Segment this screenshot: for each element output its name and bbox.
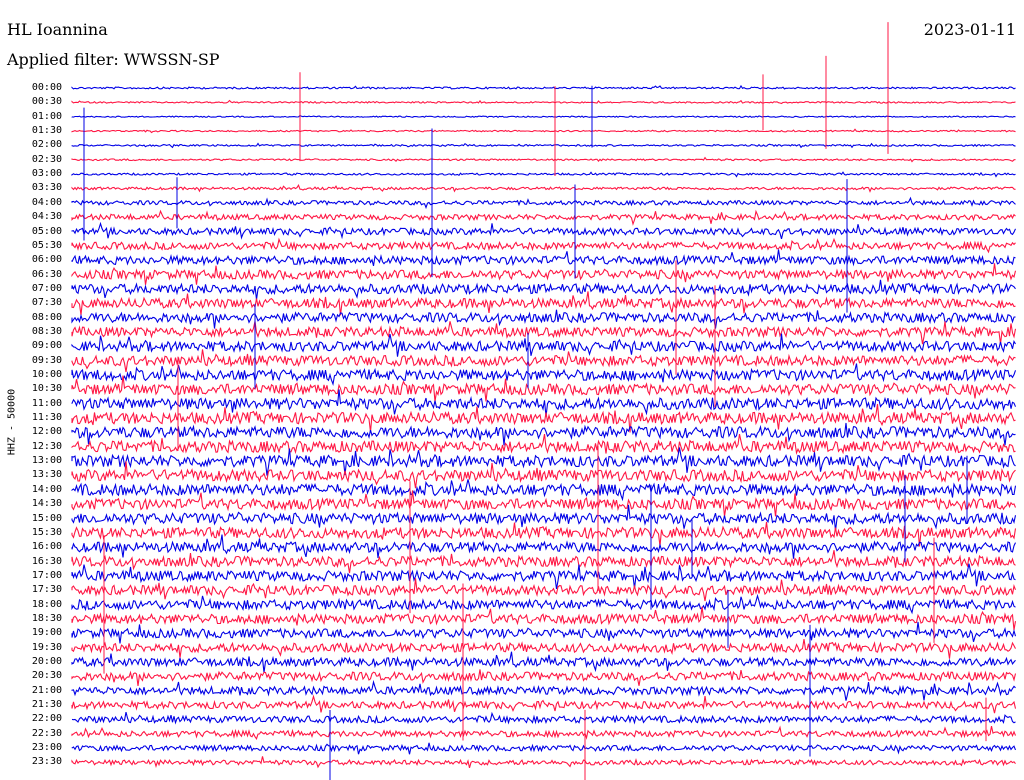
time-label: 14:30 (31, 498, 62, 510)
time-label: 08:30 (31, 325, 62, 337)
time-label: 20:30 (31, 670, 62, 682)
seismic-trace (71, 237, 1016, 254)
time-label: 19:00 (31, 627, 62, 639)
seismic-trace (71, 375, 1016, 402)
time-label: 14:00 (31, 483, 62, 495)
time-label: 17:00 (31, 569, 62, 581)
seismic-trace (71, 433, 1016, 455)
seismic-trace (71, 694, 1017, 714)
seismic-trace (71, 142, 1016, 149)
time-label: 09:30 (31, 354, 62, 366)
time-label: 18:30 (31, 612, 62, 624)
seismic-trace (71, 578, 1017, 602)
time-label: 12:00 (31, 426, 62, 438)
seismic-trace (71, 389, 1017, 417)
seismic-trace (71, 651, 1016, 673)
seismic-trace (71, 679, 1016, 701)
time-label: 18:00 (31, 598, 62, 610)
seismic-trace (71, 669, 1017, 686)
time-label: 00:00 (31, 82, 62, 93)
time-label: 13:00 (31, 455, 62, 467)
seismic-trace (71, 183, 1016, 193)
seismic-trace (71, 171, 1016, 178)
seismic-trace (71, 563, 1016, 590)
seismic-trace (71, 333, 1016, 357)
time-label: 10:30 (31, 383, 62, 395)
time-label: 19:30 (31, 641, 62, 653)
seismic-trace (71, 321, 1017, 345)
time-label: 08:00 (31, 311, 62, 323)
time-label: 17:30 (31, 584, 62, 596)
time-label: 09:00 (31, 340, 62, 352)
seismic-trace (71, 447, 1016, 476)
seismic-trace (71, 593, 1016, 615)
time-label: 01:00 (31, 110, 62, 122)
time-label: 22:00 (31, 713, 62, 725)
time-label: 03:30 (31, 182, 62, 194)
seismic-trace (71, 363, 1017, 386)
seismic-trace (71, 742, 1017, 755)
time-label: 06:30 (31, 268, 62, 280)
time-label: 16:00 (31, 541, 62, 553)
time-label: 13:30 (31, 469, 62, 481)
seismic-trace (71, 128, 1016, 134)
seismic-trace (71, 114, 1016, 118)
time-label: 21:30 (31, 699, 62, 711)
time-label: 15:00 (31, 512, 62, 524)
time-label: 12:30 (31, 440, 62, 452)
time-label: 23:00 (31, 742, 62, 754)
time-label: 20:00 (31, 656, 62, 667)
seismic-trace (71, 249, 1016, 267)
seismic-trace (71, 534, 1016, 559)
seismic-trace (71, 309, 1016, 329)
seismic-trace (71, 263, 1017, 285)
seismic-trace (71, 349, 1016, 373)
time-label: 02:00 (31, 139, 62, 151)
time-label: 11:00 (31, 397, 62, 409)
time-label: 04:00 (31, 196, 62, 208)
time-label: 23:30 (31, 756, 62, 768)
seismic-trace (71, 196, 1016, 210)
time-label: 03:00 (31, 168, 62, 180)
time-label: 07:30 (31, 297, 62, 309)
time-label: 16:30 (31, 555, 62, 567)
time-label: 05:30 (31, 239, 62, 251)
seismic-trace (71, 209, 1016, 226)
seismic-trace (71, 99, 1016, 105)
time-label: 10:00 (31, 369, 62, 380)
seismic-trace (71, 621, 1017, 644)
time-label: 05:00 (31, 225, 62, 237)
time-label: 01:30 (31, 125, 62, 137)
time-axis-labels: 00:00 00:30 01:00 01:30 02:00 02:30 03:00 03:30… (0, 0, 70, 780)
time-label: 11:30 (31, 412, 62, 424)
seismic-trace (71, 291, 1016, 316)
helicorder-plot (71, 22, 1017, 780)
seismic-trace (71, 606, 1017, 630)
seismic-trace (71, 422, 1016, 446)
seismic-trace (71, 221, 1017, 240)
time-label: 02:30 (31, 153, 62, 165)
seismic-trace (71, 756, 1016, 769)
seismic-trace (71, 550, 1016, 574)
seismic-trace (71, 639, 1016, 659)
time-label: 04:30 (31, 211, 62, 223)
seismic-trace (71, 84, 1016, 90)
time-label: 22:30 (31, 727, 62, 739)
time-label: 21:00 (31, 684, 62, 696)
time-label: 00:30 (31, 96, 62, 108)
time-label: 15:30 (31, 526, 62, 538)
seismic-trace (71, 156, 1016, 163)
seismic-trace (71, 725, 1017, 741)
seismic-trace (71, 479, 1017, 502)
seismic-trace (71, 711, 1016, 725)
time-label: 07:00 (31, 282, 62, 294)
time-label: 06:00 (31, 254, 62, 266)
seismic-trace (71, 279, 1016, 300)
